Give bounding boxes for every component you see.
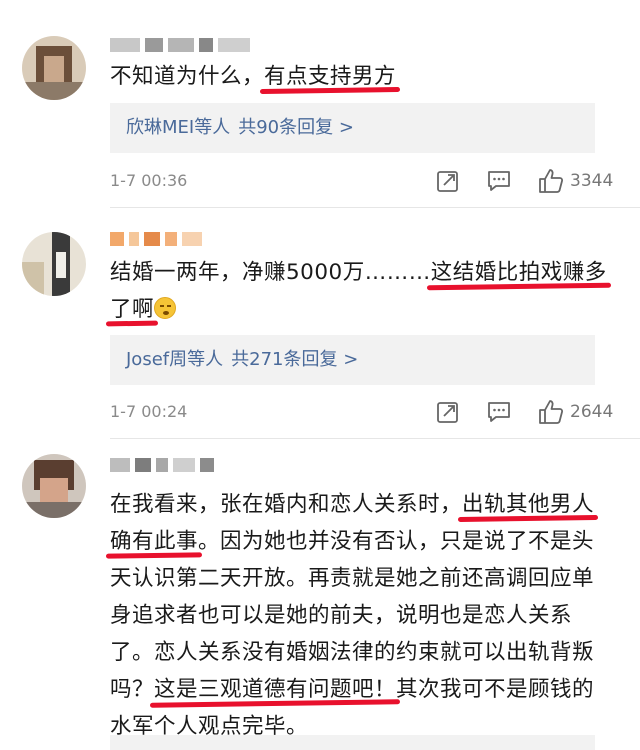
share-icon (437, 171, 458, 192)
comment-button[interactable] (486, 167, 512, 195)
highlight-underline: 这结婚比拍戏赚多 (430, 260, 607, 285)
highlight-underline: 有点支持男方 (264, 64, 397, 89)
comment-text: 不知道为什么，有点支持男方 (110, 64, 397, 89)
divider (110, 438, 640, 439)
like-button[interactable]: 3344 (538, 167, 613, 195)
comment-icon (488, 171, 510, 191)
like-icon (539, 169, 564, 193)
reply-summary[interactable]: Josef周等人 共271条回复 > (110, 335, 595, 385)
username-blurred[interactable] (110, 458, 290, 478)
timestamp: 1-7 00:36 (110, 171, 188, 190)
like-count: 2644 (570, 402, 614, 422)
like-icon (539, 400, 564, 424)
avatar[interactable] (22, 36, 86, 100)
highlight-underline: 了啊 (110, 297, 155, 322)
reply-summary[interactable]: 欣琳MEI等人 共90条回复 > (110, 103, 595, 153)
comment-meta: 1-7 00:36 3344 (110, 167, 625, 197)
username-blurred[interactable] (110, 38, 290, 58)
emoji-icon (154, 297, 177, 319)
timestamp: 1-7 00:24 (110, 402, 188, 421)
share-button[interactable] (436, 398, 460, 426)
share-button[interactable] (436, 167, 460, 195)
divider (110, 207, 640, 208)
reply-summary[interactable] (110, 735, 595, 750)
highlight-underline: 这是三观道德有问题吧！ (154, 677, 397, 702)
comment-button[interactable] (486, 398, 512, 426)
highlight-underline: 出轨其他男人 (462, 492, 595, 517)
username-blurred[interactable] (110, 232, 290, 252)
share-icon (437, 402, 458, 423)
reply-count[interactable]: 共90条回复 > (238, 117, 354, 138)
reply-users[interactable]: Josef周等人 (126, 349, 223, 370)
comment-icon (488, 402, 510, 422)
reply-users[interactable]: 欣琳MEI等人 (126, 117, 230, 138)
like-button[interactable]: 2644 (538, 398, 613, 426)
comment-text: 结婚一两年，净赚5000万………这结婚比拍戏赚多 了啊 (110, 260, 607, 322)
like-count: 3344 (570, 171, 614, 191)
comment-text: 在我看来，张在婚内和恋人关系时，出轨其他男人 确有此事。因为她也并没有否认，只是… (110, 492, 595, 739)
comment-meta: 1-7 00:24 2644 (110, 398, 625, 428)
avatar[interactable] (22, 232, 86, 296)
highlight-underline: 确有此事 (110, 529, 199, 554)
avatar[interactable] (22, 454, 86, 518)
reply-count[interactable]: 共271条回复 > (231, 349, 358, 370)
